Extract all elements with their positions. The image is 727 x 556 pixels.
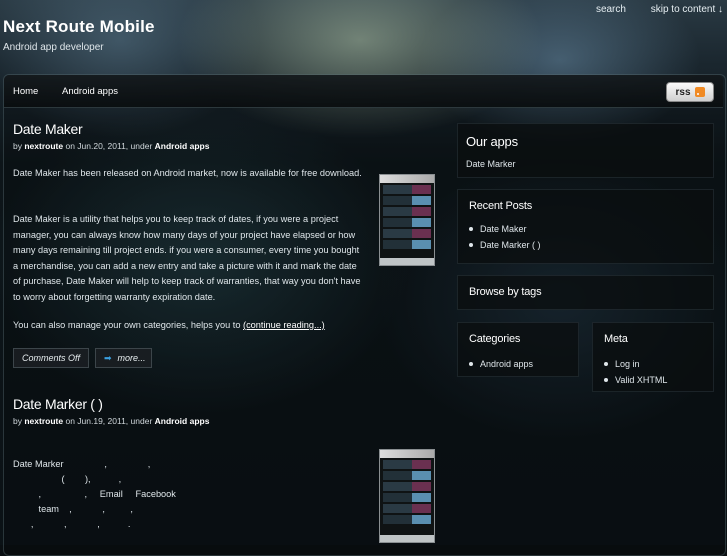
nav-home[interactable]: Home — [13, 86, 38, 97]
widget-categories: Categories Android apps — [457, 322, 579, 377]
arrow-right-icon: ➡ — [104, 352, 112, 363]
list-item: Date Maker — [468, 221, 541, 237]
meta-date: on Jun.20, 2011, under — [65, 141, 153, 151]
top-links: search skip to content ↓ — [574, 4, 723, 15]
post-paragraph: Date Maker has been released on Android … — [13, 168, 362, 178]
recent-posts-list: Date Maker Date Marker ( ) — [468, 221, 541, 253]
login-link[interactable]: Log in — [615, 359, 640, 369]
meta-list: Log in Valid XHTML — [603, 356, 667, 388]
more-button[interactable]: ➡ more... — [95, 348, 152, 368]
comments-label: Comments Off — [22, 353, 81, 363]
list-item: Valid XHTML — [603, 372, 667, 388]
post-author: nextroute — [24, 141, 64, 151]
meta-by: by — [13, 141, 22, 151]
rss-label: rss — [675, 86, 691, 98]
app-screenshot-thumbnail[interactable] — [379, 174, 435, 266]
meta-by: by — [13, 416, 22, 426]
site-description: Android app developer — [3, 42, 104, 53]
continue-reading-link[interactable]: (continue reading...) — [243, 320, 325, 330]
rss-button[interactable]: rss — [666, 82, 714, 102]
post-category-link[interactable]: Android apps — [155, 416, 210, 426]
site-title[interactable]: Next Route Mobile — [3, 17, 155, 37]
widget-meta: Meta Log in Valid XHTML — [592, 322, 714, 392]
post-meta: by nextroute on Jun.20, 2011, under Andr… — [13, 141, 209, 151]
search-link[interactable]: search — [596, 4, 626, 15]
rss-feed-icon — [694, 87, 705, 97]
post-paragraph: Date Maker is a utility that helps you t… — [13, 214, 361, 302]
meta-date: on Jun.19, 2011, under — [65, 416, 153, 426]
post-paragraph: You can also manage your own categories,… — [13, 318, 413, 334]
list-item: Log in — [603, 356, 667, 372]
widget-browse-by-tags: Browse by tags — [457, 275, 714, 310]
post-title[interactable]: Date Maker — [13, 121, 83, 137]
main-navbar: Home Android apps rss — [4, 75, 723, 108]
widget-title: Browse by tags — [469, 286, 542, 298]
post-meta: by nextroute on Jun.19, 2011, under Andr… — [13, 416, 209, 426]
post-paragraph-text: You can also manage your own categories,… — [13, 320, 241, 330]
post-line: ( ), , — [13, 474, 122, 484]
widget-title: Recent Posts — [469, 200, 533, 212]
widget-our-apps: Our apps Date Marker — [457, 123, 714, 178]
post-category-link[interactable]: Android apps — [155, 141, 210, 151]
categories-list: Android apps — [468, 356, 533, 372]
comments-off-button[interactable]: Comments Off — [13, 348, 89, 368]
recent-post-link[interactable]: Date Maker — [480, 224, 527, 234]
post-line: team , , , — [13, 504, 133, 514]
app-screenshot-thumbnail[interactable] — [379, 449, 435, 543]
skip-to-content-link[interactable]: skip to content ↓ — [651, 4, 723, 15]
our-apps-text: Date Marker — [466, 159, 516, 169]
post-line: , , Email Facebook — [13, 489, 176, 499]
widget-title: Our apps — [466, 134, 518, 149]
more-label: more... — [117, 353, 146, 363]
post-line: Date Marker , , — [13, 459, 151, 469]
post-line: , , , . — [13, 519, 131, 529]
widget-title: Meta — [604, 333, 628, 345]
nav-android-apps[interactable]: Android apps — [62, 86, 118, 97]
recent-post-link[interactable]: Date Marker ( ) — [480, 240, 541, 250]
list-item: Date Marker ( ) — [468, 237, 541, 253]
post-title[interactable]: Date Marker ( ) — [13, 396, 103, 412]
list-item: Android apps — [468, 356, 533, 372]
post-author: nextroute — [24, 416, 64, 426]
widget-title: Categories — [469, 333, 521, 345]
widget-recent-posts: Recent Posts Date Maker Date Marker ( ) — [457, 189, 714, 264]
valid-xhtml-link[interactable]: Valid XHTML — [615, 375, 667, 385]
category-link[interactable]: Android apps — [480, 359, 533, 369]
